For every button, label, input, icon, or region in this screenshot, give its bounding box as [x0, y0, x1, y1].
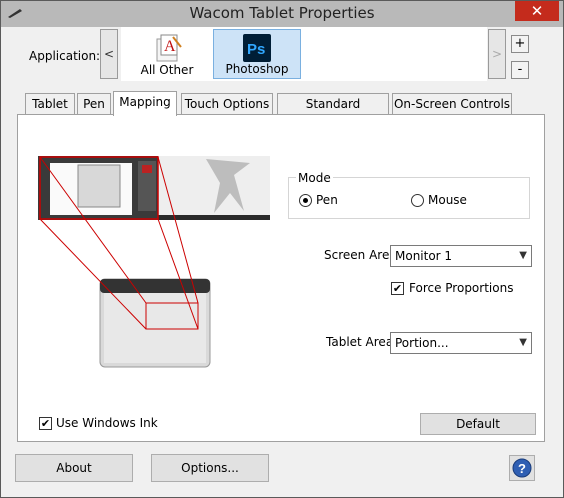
tab-mapping[interactable]: Mapping	[113, 91, 177, 116]
default-button[interactable]: Default	[420, 413, 536, 435]
screen-area-value: Monitor 1	[395, 249, 453, 263]
tab-standard-gestures[interactable]: Standard Gestures	[277, 93, 389, 131]
tab-pen[interactable]: Pen	[77, 93, 111, 115]
app-tile-photoshop[interactable]: Ps Photoshop	[213, 29, 301, 79]
app-tile-label: All Other	[140, 63, 194, 77]
all-other-icon: A	[156, 34, 182, 62]
help-button[interactable]: ?	[509, 455, 535, 481]
application-row: Application: < A All Other Ps Photoshop	[1, 27, 563, 87]
mapping-preview	[38, 156, 270, 368]
screen-preview	[38, 156, 270, 220]
app-tile-label: Photoshop	[225, 62, 289, 76]
app-scroll-right-button[interactable]: >	[488, 29, 506, 79]
application-list: A All Other Ps Photoshop	[121, 27, 487, 81]
title-bar[interactable]: Wacom Tablet Properties ✕	[1, 1, 563, 27]
tab-on-screen-controls[interactable]: On-Screen Controls	[392, 93, 512, 115]
mode-pen-label[interactable]: Pen	[316, 193, 338, 207]
mode-pen-radio[interactable]	[299, 194, 312, 207]
force-proportions-label[interactable]: Force Proportions	[409, 281, 513, 295]
options-button[interactable]: Options...	[151, 454, 269, 482]
mode-title: Mode	[296, 171, 333, 185]
help-icon-glyph: ?	[518, 461, 526, 476]
tab-tablet[interactable]: Tablet	[25, 93, 75, 115]
svg-text:A: A	[164, 38, 176, 55]
use-windows-ink-label[interactable]: Use Windows Ink	[56, 416, 158, 430]
tab-touch-options[interactable]: Touch Options	[181, 93, 273, 115]
about-button[interactable]: About	[15, 454, 133, 482]
mapping-panel: Mode Pen Mouse Screen Area: Monitor 1 ▼ …	[17, 114, 545, 442]
app-scroll-left-button[interactable]: <	[100, 29, 118, 79]
photoshop-icon-text: Ps	[247, 41, 265, 58]
add-application-button[interactable]: +	[511, 35, 529, 53]
close-button[interactable]: ✕	[515, 1, 559, 21]
chevron-down-icon: ▼	[519, 337, 527, 348]
force-proportions-checkbox[interactable]: ✔	[391, 282, 404, 295]
mode-mouse-radio[interactable]	[411, 194, 424, 207]
remove-application-button[interactable]: -	[511, 61, 529, 79]
tablet-preview	[99, 278, 211, 368]
screen-area-select[interactable]: Monitor 1 ▼	[390, 245, 532, 267]
tablet-area-label: Tablet Area:	[326, 335, 398, 349]
application-label: Application:	[29, 49, 101, 63]
chevron-down-icon: ▼	[519, 250, 527, 261]
photoshop-icon: Ps	[243, 34, 271, 62]
tablet-area-value: Portion...	[395, 336, 449, 350]
mode-mouse-label[interactable]: Mouse	[428, 193, 467, 207]
app-tile-all-other[interactable]: A All Other	[123, 29, 211, 79]
window-title: Wacom Tablet Properties	[189, 4, 375, 22]
use-windows-ink-checkbox[interactable]: ✔	[39, 417, 52, 430]
wacom-properties-window: Wacom Tablet Properties ✕ Application: <…	[0, 0, 564, 498]
help-icon: ?	[512, 458, 532, 478]
tablet-area-select[interactable]: Portion... ▼	[390, 332, 532, 354]
